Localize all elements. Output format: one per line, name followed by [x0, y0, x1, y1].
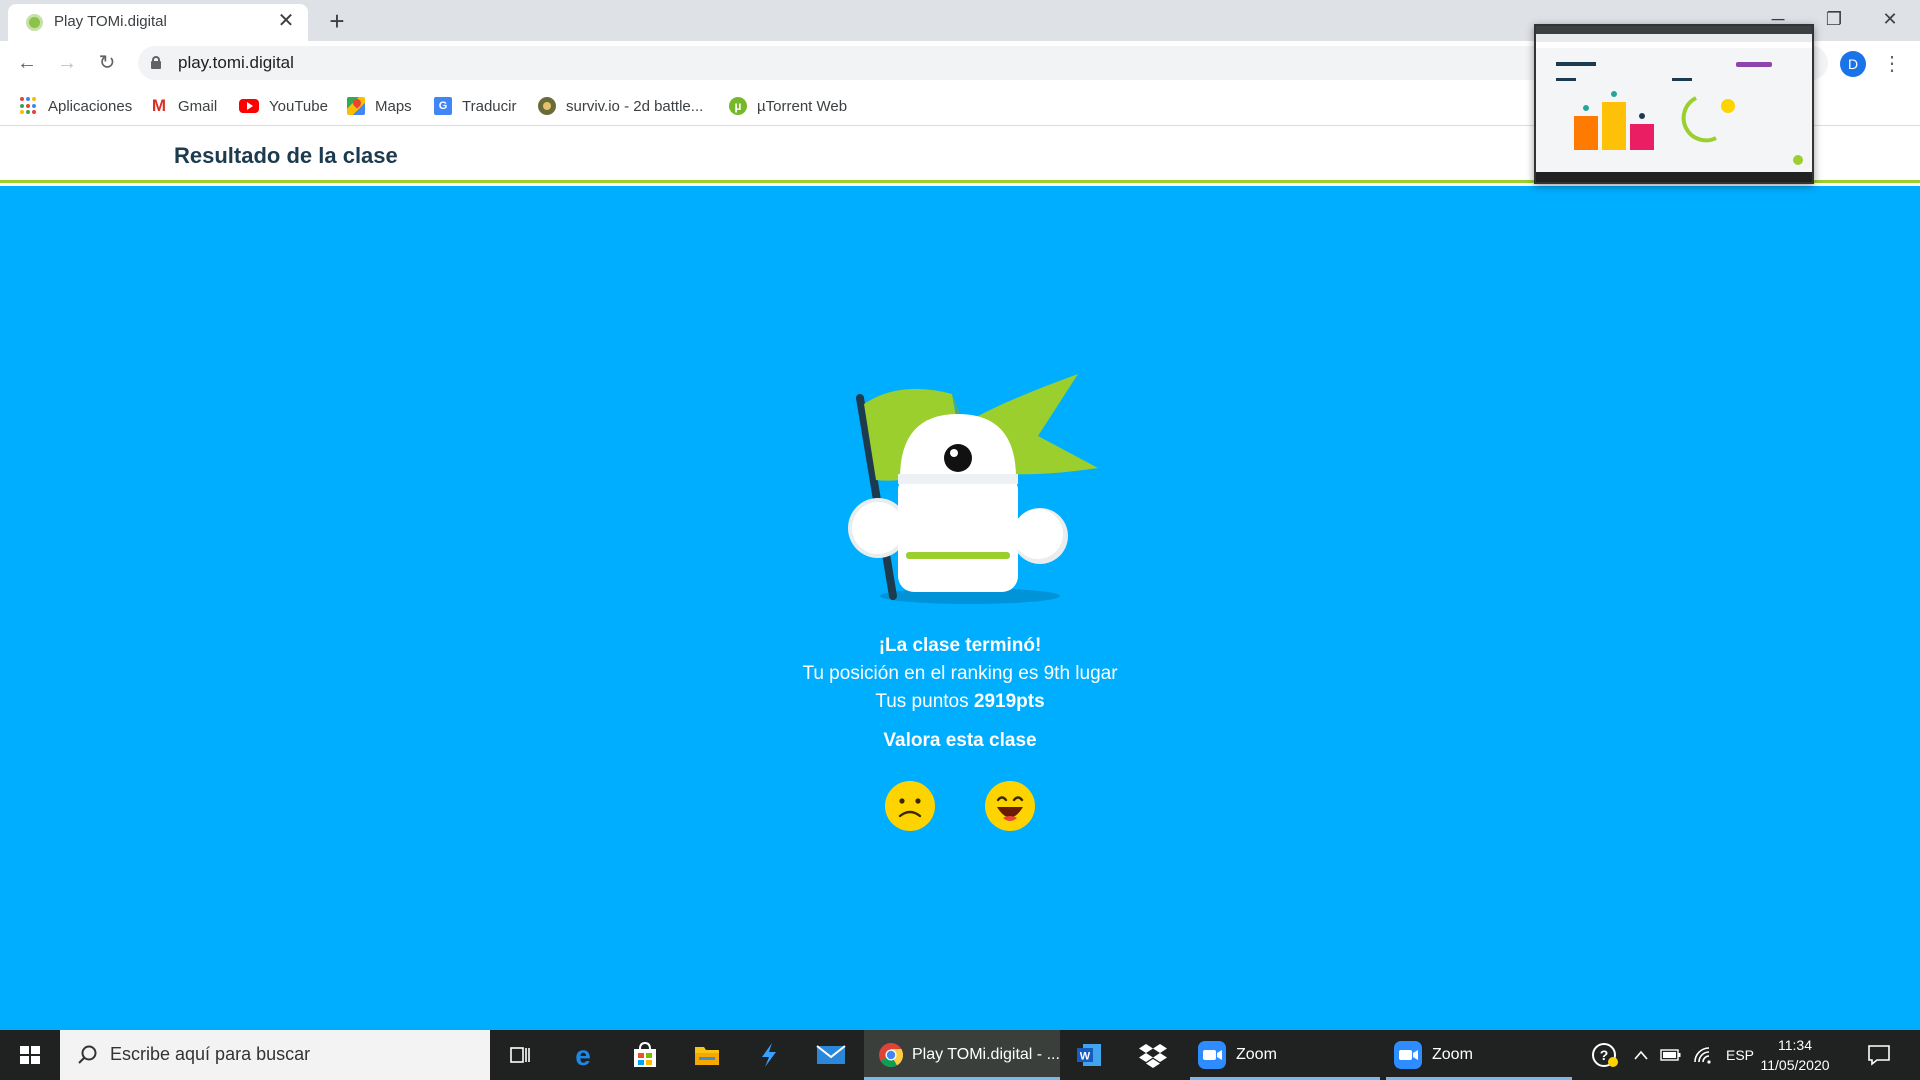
- microsoft-store-icon[interactable]: [628, 1038, 662, 1072]
- page-title: Resultado de la clase: [174, 143, 398, 168]
- browser-menu-icon[interactable]: ⋮: [1882, 49, 1902, 79]
- svg-text:W: W: [1080, 1051, 1091, 1063]
- file-explorer-icon[interactable]: [690, 1038, 724, 1072]
- restore-window-button[interactable]: ❐: [1806, 0, 1862, 38]
- bookmark-aplicaciones[interactable]: Aplicaciones: [20, 95, 132, 117]
- zoom-icon: [1198, 1041, 1226, 1069]
- points-label: Tus puntos: [875, 691, 974, 712]
- rate-class-title: Valora esta clase: [883, 730, 1037, 751]
- thumbnail-preview-image: [1536, 26, 1812, 182]
- forward-button[interactable]: →: [52, 48, 82, 78]
- gmail-icon: M: [151, 96, 167, 115]
- bookmark-label: YouTube: [269, 97, 328, 115]
- surviv-icon: [538, 97, 556, 115]
- windows-logo-icon: [20, 1046, 40, 1064]
- url-text[interactable]: play.tomi.digital: [178, 53, 294, 73]
- points-line: Tus puntos 2919pts: [0, 688, 1920, 716]
- help-icon[interactable]: ?: [1588, 1038, 1622, 1072]
- taskbar-app-zoom-1[interactable]: Zoom: [1190, 1030, 1380, 1080]
- bookmark-label: Aplicaciones: [48, 97, 133, 115]
- chrome-icon: [879, 1043, 904, 1068]
- search-placeholder: Escribe aquí para buscar: [110, 1044, 311, 1064]
- sad-face-rating-button[interactable]: [884, 780, 936, 832]
- utorrent-icon: µ: [729, 97, 747, 115]
- windows-taskbar: Escribe aquí para buscar e Play TOMi.dig…: [0, 1030, 1920, 1080]
- language-label: ESP: [1726, 1047, 1755, 1063]
- bookmark-label: Traducir: [462, 97, 517, 115]
- bookmark-label: surviv.io - 2d battle...: [566, 97, 704, 115]
- battery-icon[interactable]: [1654, 1038, 1688, 1072]
- clock-date: 11/05/2020: [1760, 1057, 1830, 1073]
- svg-text:e: e: [575, 1041, 591, 1069]
- apps-grid-icon: [20, 97, 38, 115]
- browser-tab[interactable]: Play TOMi.digital ✕: [8, 4, 308, 41]
- screen-share-thumbnail[interactable]: [1534, 24, 1814, 184]
- mail-icon[interactable]: [814, 1038, 848, 1072]
- start-button[interactable]: [0, 1030, 60, 1080]
- bookmark-youtube[interactable]: YouTube: [239, 95, 328, 117]
- robot-flag-mascot-icon: [848, 374, 1098, 604]
- show-hidden-icons-icon[interactable]: [1624, 1038, 1658, 1072]
- tomi-favicon-icon: [26, 14, 43, 31]
- close-tab-icon[interactable]: ✕: [274, 9, 298, 33]
- taskbar-app-zoom-2[interactable]: Zoom: [1386, 1030, 1572, 1080]
- maps-icon: [347, 97, 365, 115]
- tab-title: Play TOMi.digital: [54, 13, 167, 30]
- youtube-icon: [239, 99, 259, 113]
- edge-browser-icon[interactable]: e: [566, 1038, 600, 1072]
- notifications-icon[interactable]: [1862, 1038, 1896, 1072]
- taskbar-app-label: Zoom: [1236, 1046, 1277, 1063]
- taskbar-app-label: Play TOMi.digital - ...: [912, 1046, 1060, 1063]
- close-window-button[interactable]: ✕: [1862, 0, 1918, 38]
- taskbar-app-chrome[interactable]: Play TOMi.digital - ...: [864, 1030, 1060, 1080]
- bookmark-utorrent[interactable]: µ µTorrent Web: [729, 95, 847, 117]
- bookmark-label: Maps: [375, 97, 412, 115]
- taskbar-app-label: Zoom: [1432, 1046, 1473, 1063]
- bookmark-surviv[interactable]: surviv.io - 2d battle...: [538, 95, 703, 117]
- input-language-indicator[interactable]: ESP: [1726, 1030, 1754, 1080]
- translate-icon: G: [434, 97, 452, 115]
- wifi-icon[interactable]: [1686, 1038, 1720, 1072]
- happy-face-rating-button[interactable]: [984, 780, 1036, 832]
- bookmark-maps[interactable]: Maps: [347, 95, 412, 117]
- bookmark-label: Gmail: [178, 97, 218, 115]
- points-value: 2919pts: [973, 691, 1045, 712]
- back-button[interactable]: ←: [12, 48, 42, 78]
- taskbar-clock[interactable]: 11:34 11/05/2020: [1760, 1035, 1830, 1075]
- new-tab-button[interactable]: +: [322, 6, 352, 36]
- zoom-icon: [1394, 1041, 1422, 1069]
- word-icon[interactable]: W: [1072, 1038, 1106, 1072]
- taskbar-search-box[interactable]: Escribe aquí para buscar: [60, 1030, 490, 1080]
- clock-time: 11:34: [1778, 1037, 1812, 1053]
- profile-avatar[interactable]: D: [1840, 51, 1866, 77]
- ranking-text: Tu posición en el ranking es 9th lugar: [802, 663, 1118, 684]
- search-icon: [78, 1045, 97, 1064]
- bookmark-traducir[interactable]: G Traducir: [434, 95, 516, 117]
- reload-button[interactable]: ↻: [92, 48, 122, 78]
- bookmark-gmail[interactable]: M Gmail: [150, 95, 217, 117]
- bookmark-label: µTorrent Web: [757, 97, 848, 115]
- results-panel: ¡La clase terminó! Tu posición en el ran…: [0, 186, 1920, 1030]
- result-title: ¡La clase terminó!: [878, 635, 1042, 656]
- task-view-icon[interactable]: [503, 1038, 537, 1072]
- azure-data-studio-icon[interactable]: [752, 1038, 786, 1072]
- result-summary: ¡La clase terminó! Tu posición en el ran…: [0, 632, 1920, 716]
- lock-icon: [151, 56, 161, 69]
- dropbox-icon[interactable]: [1136, 1038, 1170, 1072]
- svg-text:?: ?: [1600, 1047, 1609, 1063]
